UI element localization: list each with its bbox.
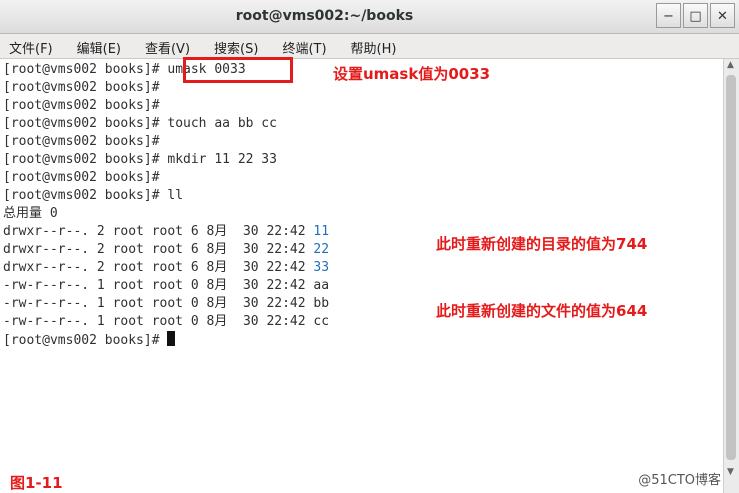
window-title: root@vms002:~/books — [235, 8, 414, 24]
shell-prompt: [root@vms002 books]# — [3, 333, 168, 348]
terminal-line: drwxr--r--. 2 root root 6 8月 30 22:42 11 — [3, 223, 329, 241]
terminal-scrollbar[interactable]: ▲ ▼ — [723, 59, 739, 493]
terminal-line: [root@vms002 books]# — [3, 79, 167, 97]
file-name: bb — [313, 296, 330, 311]
menu-bar: 文件(F) 编辑(E) 查看(V) 搜索(S) 终端(T) 帮助(H) — [0, 34, 739, 59]
terminal-line: [root@vms002 books]# — [3, 133, 167, 151]
terminal-line: [root@vms002 books]# — [3, 331, 176, 349]
file-name: cc — [313, 314, 330, 329]
directory-name: 33 — [313, 260, 330, 275]
watermark: @51CTO博客 — [638, 473, 721, 488]
terminal-cursor — [167, 331, 176, 346]
terminal-text: mkdir 11 22 33 — [167, 152, 277, 167]
file-permission-note: 此时重新创建的文件的值为644 — [436, 302, 648, 320]
shell-prompt: [root@vms002 books]# — [3, 188, 168, 203]
close-button[interactable]: ✕ — [710, 3, 735, 28]
terminal-text: drwxr--r--. 2 root root 6 8月 30 22:42 — [3, 260, 314, 275]
shell-prompt: [root@vms002 books]# — [3, 98, 168, 113]
terminal-text: -rw-r--r--. 1 root root 0 8月 30 22:42 — [3, 278, 314, 293]
figure-label: 图1-11 — [10, 474, 63, 492]
terminal-text: 总用量 0 — [3, 206, 58, 221]
menu-file[interactable]: 文件(F) — [0, 34, 62, 58]
shell-prompt: [root@vms002 books]# — [3, 170, 168, 185]
terminal-line: -rw-r--r--. 1 root root 0 8月 30 22:42 bb — [3, 295, 329, 313]
menu-help[interactable]: 帮助(H) — [342, 34, 406, 58]
terminal-output[interactable]: [root@vms002 books]# umask 0033 [root@vms… — [0, 59, 724, 493]
menu-edit[interactable]: 编辑(E) — [68, 34, 130, 58]
terminal-line: drwxr--r--. 2 root root 6 8月 30 22:42 33 — [3, 259, 329, 277]
terminal-text: touch aa bb cc — [167, 116, 277, 131]
shell-prompt: [root@vms002 books]# — [3, 152, 168, 167]
directory-name: 22 — [313, 242, 330, 257]
directory-permission-note: 此时重新创建的目录的值为744 — [436, 235, 648, 253]
terminal-line: drwxr--r--. 2 root root 6 8月 30 22:42 22 — [3, 241, 329, 259]
terminal-line: 总用量 0 — [3, 205, 58, 223]
terminal-line: [root@vms002 books]# mkdir 11 22 33 — [3, 151, 277, 169]
minimize-button[interactable]: − — [656, 3, 681, 28]
scrollbar-thumb[interactable] — [726, 75, 736, 460]
maximize-button[interactable]: □ — [683, 3, 708, 28]
terminal-line: [root@vms002 books]# — [3, 169, 167, 187]
window-controls: − □ ✕ — [656, 3, 735, 28]
menu-search[interactable]: 搜索(S) — [205, 34, 267, 58]
menu-view[interactable]: 查看(V) — [136, 34, 199, 58]
shell-prompt: [root@vms002 books]# — [3, 116, 168, 131]
shell-prompt: [root@vms002 books]# — [3, 62, 168, 77]
window-titlebar[interactable]: root@vms002:~/books − □ ✕ — [0, 0, 739, 34]
menu-terminal[interactable]: 终端(T) — [273, 34, 335, 58]
umask-command-highlight — [183, 57, 293, 83]
terminal-text: drwxr--r--. 2 root root 6 8月 30 22:42 — [3, 242, 314, 257]
umask-note: 设置umask值为0033 — [333, 65, 491, 83]
terminal-text: ll — [167, 188, 184, 203]
terminal-text: -rw-r--r--. 1 root root 0 8月 30 22:42 — [3, 314, 314, 329]
shell-prompt: [root@vms002 books]# — [3, 134, 168, 149]
terminal-line: [root@vms002 books]# ll — [3, 187, 183, 205]
file-name: aa — [313, 278, 330, 293]
terminal-line: [root@vms002 books]# — [3, 97, 167, 115]
shell-prompt: [root@vms002 books]# — [3, 80, 168, 95]
terminal-line: [root@vms002 books]# touch aa bb cc — [3, 115, 277, 133]
directory-name: 11 — [313, 224, 330, 239]
terminal-text: -rw-r--r--. 1 root root 0 8月 30 22:42 — [3, 296, 314, 311]
terminal-line: -rw-r--r--. 1 root root 0 8月 30 22:42 aa — [3, 277, 329, 295]
terminal-line: -rw-r--r--. 1 root root 0 8月 30 22:42 cc — [3, 313, 329, 331]
scroll-up-arrow-icon[interactable]: ▲ — [727, 60, 734, 70]
terminal-text: drwxr--r--. 2 root root 6 8月 30 22:42 — [3, 224, 314, 239]
scroll-down-arrow-icon[interactable]: ▼ — [727, 467, 734, 477]
